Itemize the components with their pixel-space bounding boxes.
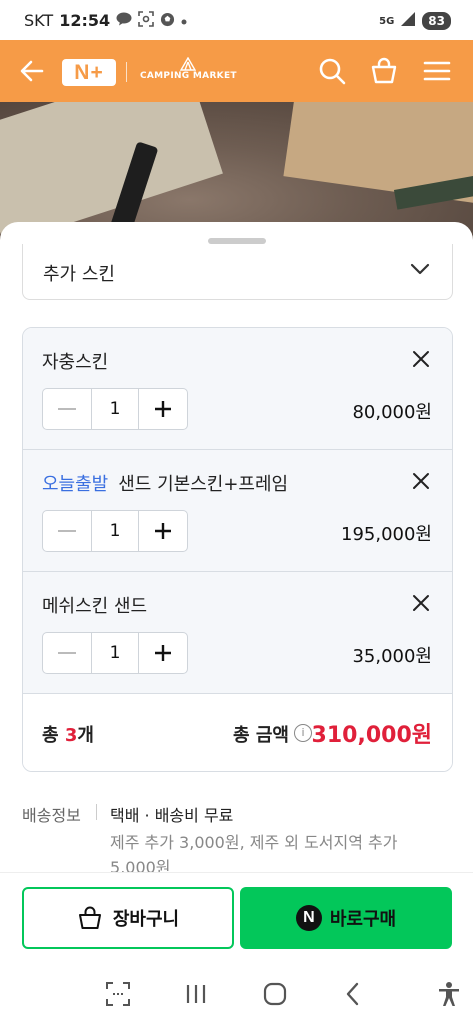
buy-now-button[interactable]: N 바로구매 (240, 887, 452, 949)
home-button[interactable] (262, 981, 288, 1007)
soccer-ball-icon (160, 12, 175, 30)
naver-plus-logo[interactable]: N+ (62, 59, 116, 86)
status-left: SKT 12:54 (24, 11, 187, 30)
action-bar: 장바구니 N 바로구매 (0, 872, 473, 962)
search-icon (319, 58, 346, 85)
shopping-bag-icon (78, 906, 101, 929)
option-price: 35,000원 (352, 646, 432, 667)
option-dropdown-label: 추가 스킨 (43, 264, 115, 285)
home-icon (263, 982, 287, 1006)
total-count-value: 3 (64, 725, 78, 746)
info-icon[interactable]: i (294, 724, 312, 742)
total-amount: 310,000원 (311, 723, 432, 748)
total-count-prefix: 총 (42, 725, 65, 746)
back-arrow-icon (20, 60, 44, 82)
signal-icon (400, 11, 416, 31)
naver-plus-logo-text: N+ (74, 60, 104, 84)
status-bar: SKT 12:54 5G 83 (0, 0, 473, 40)
clock: 12:54 (59, 11, 111, 30)
quantity-stepper: 1 (42, 388, 188, 430)
accessibility-button[interactable] (436, 981, 462, 1007)
search-button[interactable] (317, 56, 347, 86)
screenshot-icon (138, 11, 154, 30)
close-icon[interactable] (412, 472, 430, 490)
store-logo[interactable]: CAMPING MARKET (140, 57, 237, 87)
decrease-button[interactable] (43, 389, 91, 429)
back-nav-button[interactable] (340, 981, 366, 1007)
decrease-button[interactable] (43, 633, 91, 673)
increase-button[interactable] (139, 511, 187, 551)
add-to-cart-button[interactable]: 장바구니 (22, 887, 234, 949)
more-notifications-dot-icon (181, 14, 187, 28)
naver-pay-n-icon: N (295, 905, 322, 931)
back-button[interactable] (18, 57, 46, 85)
accessibility-icon (439, 982, 459, 1006)
purchase-sheet: 추가 스킨 자충스킨 1 80,000원 오늘출발 샌드 기본스킨+프레임 1 … (0, 222, 473, 872)
option-title: 메쉬스킨 샌드 (42, 592, 147, 618)
chevron-down-icon (410, 263, 430, 275)
option-dropdown[interactable]: 추가 스킨 (22, 244, 453, 300)
increase-button[interactable] (139, 633, 187, 673)
plus-icon (155, 401, 171, 417)
option-price: 80,000원 (352, 402, 432, 423)
option-price: 195,000원 (341, 524, 432, 545)
close-icon[interactable] (412, 594, 430, 612)
shopping-bag-icon (371, 57, 397, 84)
app-header: N+ CAMPING MARKET (0, 40, 473, 102)
total-amount-label: 총 금액 (233, 725, 289, 746)
back-chevron-icon (346, 982, 359, 1006)
option-name: 샌드 기본스킨+프레임 (118, 474, 289, 495)
store-name: CAMPING MARKET (140, 71, 237, 81)
plus-icon (155, 645, 171, 661)
shipping-note: 제주 추가 3,000원, 제주 외 도서지역 추가 5,000원 (110, 833, 398, 872)
option-name: 자충스킨 (42, 352, 109, 373)
quantity-stepper: 1 (42, 510, 188, 552)
quantity-value[interactable]: 1 (91, 633, 139, 673)
recent-apps-icon (186, 985, 206, 1003)
hamburger-menu-icon (423, 61, 451, 81)
minus-icon (58, 652, 76, 654)
scan-icon (106, 982, 130, 1006)
system-nav-bar (0, 962, 473, 1024)
tent-icon (180, 57, 196, 71)
recent-apps-button[interactable] (183, 981, 209, 1007)
header-divider (126, 62, 127, 82)
minus-icon (58, 408, 76, 410)
option-row: 오늘출발 샌드 기본스킨+프레임 1 195,000원 (23, 450, 452, 572)
quantity-value[interactable]: 1 (91, 389, 139, 429)
quantity-value[interactable]: 1 (91, 511, 139, 551)
buy-now-label: 바로구매 (329, 909, 397, 930)
option-title: 오늘출발 샌드 기본스킨+프레임 (42, 470, 288, 496)
shipping-label: 배송정보 (22, 806, 81, 825)
total-count: 총 3개 (42, 721, 94, 747)
shipping-value: 택배 · 배송비 무료 (110, 806, 234, 825)
selected-options-list: 자충스킨 1 80,000원 오늘출발 샌드 기본스킨+프레임 1 195,000… (22, 327, 453, 772)
increase-button[interactable] (139, 389, 187, 429)
close-icon[interactable] (412, 350, 430, 368)
same-day-shipping-badge: 오늘출발 (42, 474, 109, 495)
status-right: 5G 83 (379, 11, 451, 31)
plus-icon (155, 523, 171, 539)
carrier-label: SKT (24, 11, 54, 30)
network-indicator: 5G (379, 15, 395, 27)
talk-notification-icon (116, 12, 132, 29)
decrease-button[interactable] (43, 511, 91, 551)
option-row: 메쉬스킨 샌드 1 35,000원 (23, 572, 452, 694)
scan-button[interactable] (105, 981, 131, 1007)
order-total: 총 3개 총 금액 i 310,000원 (23, 694, 452, 771)
battery-indicator: 83 (422, 12, 451, 30)
menu-button[interactable] (422, 56, 452, 86)
quantity-stepper: 1 (42, 632, 188, 674)
shipping-divider (96, 804, 97, 820)
add-to-cart-label: 장바구니 (112, 909, 180, 930)
shopping-bag-button[interactable] (369, 56, 399, 86)
total-count-suffix: 개 (77, 725, 94, 746)
product-image (0, 102, 473, 242)
option-title: 자충스킨 (42, 348, 108, 374)
option-name: 메쉬스킨 샌드 (42, 596, 148, 617)
option-row: 자충스킨 1 80,000원 (23, 328, 452, 450)
minus-icon (58, 530, 76, 532)
